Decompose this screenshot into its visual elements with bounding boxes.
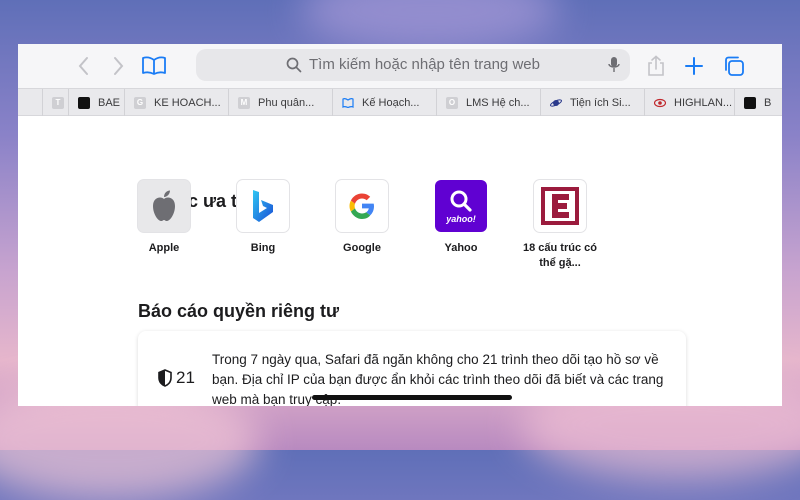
tab-label: Phu quân... bbox=[258, 96, 315, 109]
tracker-count: 21 bbox=[176, 368, 195, 387]
new-tab-button[interactable] bbox=[682, 54, 706, 78]
tabs-overview-icon bbox=[725, 56, 744, 76]
tab-label: Kế Hoạch... bbox=[362, 96, 420, 109]
tab-label: LMS Hệ ch... bbox=[466, 96, 530, 109]
favorite-bing[interactable]: Bing bbox=[223, 180, 303, 256]
tab-item[interactable]: O LMS Hệ ch... bbox=[436, 89, 540, 116]
tab-item[interactable]: T bbox=[42, 89, 68, 116]
address-bar[interactable]: Tìm kiếm hoặc nhập tên trang web bbox=[196, 49, 630, 81]
planet-icon bbox=[550, 97, 562, 109]
apple-icon bbox=[138, 180, 190, 232]
tab-label: KE HOACH... bbox=[154, 96, 221, 109]
tab-favicon-icon bbox=[744, 96, 756, 109]
tab-item[interactable]: HIGHLAN... bbox=[644, 89, 734, 116]
back-button[interactable] bbox=[72, 54, 96, 78]
book-icon bbox=[142, 56, 166, 75]
safari-window: Tìm kiếm hoặc nhập tên trang web T BAE G… bbox=[18, 44, 782, 406]
bookmarks-button[interactable] bbox=[140, 54, 168, 78]
tab-item[interactable]: G KE HOACH... bbox=[124, 89, 228, 116]
bing-icon bbox=[237, 180, 289, 232]
favorite-label: 18 cấu trúc có thể gặ... bbox=[523, 242, 597, 269]
tab-favicon-icon: O bbox=[446, 96, 458, 109]
letter-e-icon bbox=[534, 180, 586, 232]
favorite-label: Yahoo bbox=[444, 242, 478, 254]
google-icon bbox=[336, 180, 388, 232]
tab-favicon-icon: G bbox=[134, 96, 146, 109]
tab-label: HIGHLAN... bbox=[674, 96, 733, 109]
eye-icon bbox=[654, 97, 666, 109]
favorite-label: Google bbox=[343, 242, 381, 254]
tab-favicon-icon: T bbox=[52, 96, 64, 109]
microphone-icon[interactable] bbox=[608, 56, 620, 74]
privacy-report-title: Báo cáo quyền riêng tư bbox=[138, 301, 340, 321]
tab-bar: T BAE G KE HOACH... M Phu quân... Kế Hoạ… bbox=[18, 88, 782, 116]
tab-overview-button[interactable] bbox=[722, 54, 746, 78]
address-placeholder: Tìm kiếm hoặc nhập tên trang web bbox=[309, 56, 540, 73]
start-page: Mục ưa thích Apple Bing Google yahoo! Ya… bbox=[18, 116, 782, 406]
tab-item[interactable]: M Phu quân... bbox=[228, 89, 332, 116]
chevron-left-icon bbox=[78, 57, 88, 75]
shield-icon bbox=[158, 369, 172, 387]
home-indicator bbox=[312, 395, 512, 400]
yahoo-icon: yahoo! bbox=[435, 180, 487, 232]
tab-label: Tiện ích Si... bbox=[570, 96, 631, 109]
cloud-decoration bbox=[300, 0, 560, 50]
toolbar: Tìm kiếm hoặc nhập tên trang web bbox=[18, 44, 782, 88]
tab-item[interactable]: B bbox=[734, 89, 782, 116]
chevron-right-icon bbox=[114, 57, 124, 75]
search-icon bbox=[286, 57, 302, 73]
share-icon bbox=[648, 55, 664, 76]
plus-icon bbox=[685, 57, 703, 75]
tab-item[interactable]: Tiện ích Si... bbox=[540, 89, 644, 116]
forward-button[interactable] bbox=[106, 54, 130, 78]
favorite-yahoo[interactable]: yahoo! Yahoo bbox=[421, 180, 501, 256]
tab-label: B bbox=[764, 96, 772, 109]
favorite-label: Bing bbox=[250, 242, 276, 254]
tab-item[interactable]: Kế Hoạch... bbox=[332, 89, 436, 116]
book-icon bbox=[342, 97, 354, 109]
tab-favicon-icon: M bbox=[238, 96, 250, 109]
yahoo-logo-text: yahoo! bbox=[446, 213, 476, 224]
favorite-google[interactable]: Google bbox=[322, 180, 402, 256]
share-button[interactable] bbox=[644, 54, 668, 78]
favorite-apple[interactable]: Apple bbox=[124, 180, 204, 256]
favorite-18-cau-truc[interactable]: 18 cấu trúc có thể gặ... bbox=[520, 180, 600, 271]
favorite-label: Apple bbox=[148, 242, 180, 254]
tab-item[interactable]: BAE bbox=[68, 89, 124, 116]
tab-favicon-icon bbox=[78, 96, 90, 109]
tab-label: BAE bbox=[98, 96, 121, 109]
